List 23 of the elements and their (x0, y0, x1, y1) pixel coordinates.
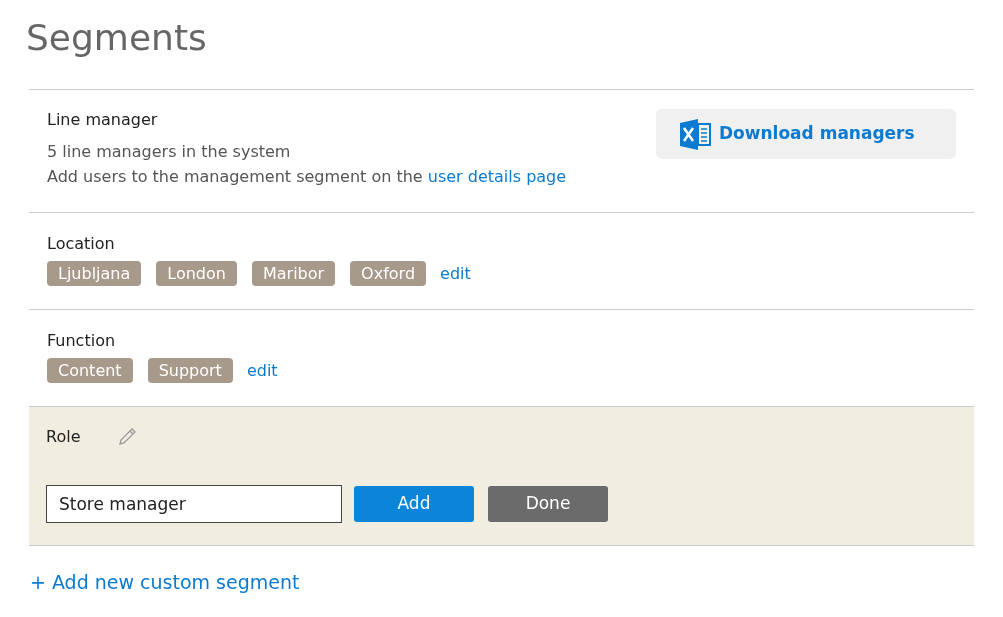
user-details-link[interactable]: user details page (427, 167, 567, 186)
segment-title: Role (46, 426, 81, 448)
hint-text: Add users to the management segment on the user details page (47, 166, 567, 188)
segment-title: Function (47, 330, 116, 352)
tag: Ljubljana (47, 261, 142, 286)
tag: Support (147, 358, 233, 383)
tag: London (156, 261, 237, 286)
manager-count: 5 line managers in the system (47, 141, 291, 163)
edit-icon[interactable] (117, 427, 138, 447)
role-input-field[interactable]: Store manager (46, 485, 342, 523)
segment-title: Location (47, 233, 115, 255)
tag: Oxford (350, 261, 427, 286)
tag: Content (47, 358, 133, 383)
spreadsheet-icon (678, 117, 711, 151)
download-managers-button[interactable]: Download managers (656, 109, 956, 159)
page-title: Segments (26, 16, 207, 60)
add-segment-link[interactable]: + Add new custom segment (30, 568, 300, 597)
edit-link[interactable]: edit (246, 358, 278, 383)
tag: Maribor (251, 261, 336, 286)
segment-title: Line manager (47, 109, 158, 131)
add-button[interactable]: Add (354, 486, 474, 522)
done-button[interactable]: Done (488, 486, 608, 522)
edit-link[interactable]: edit (440, 261, 471, 286)
